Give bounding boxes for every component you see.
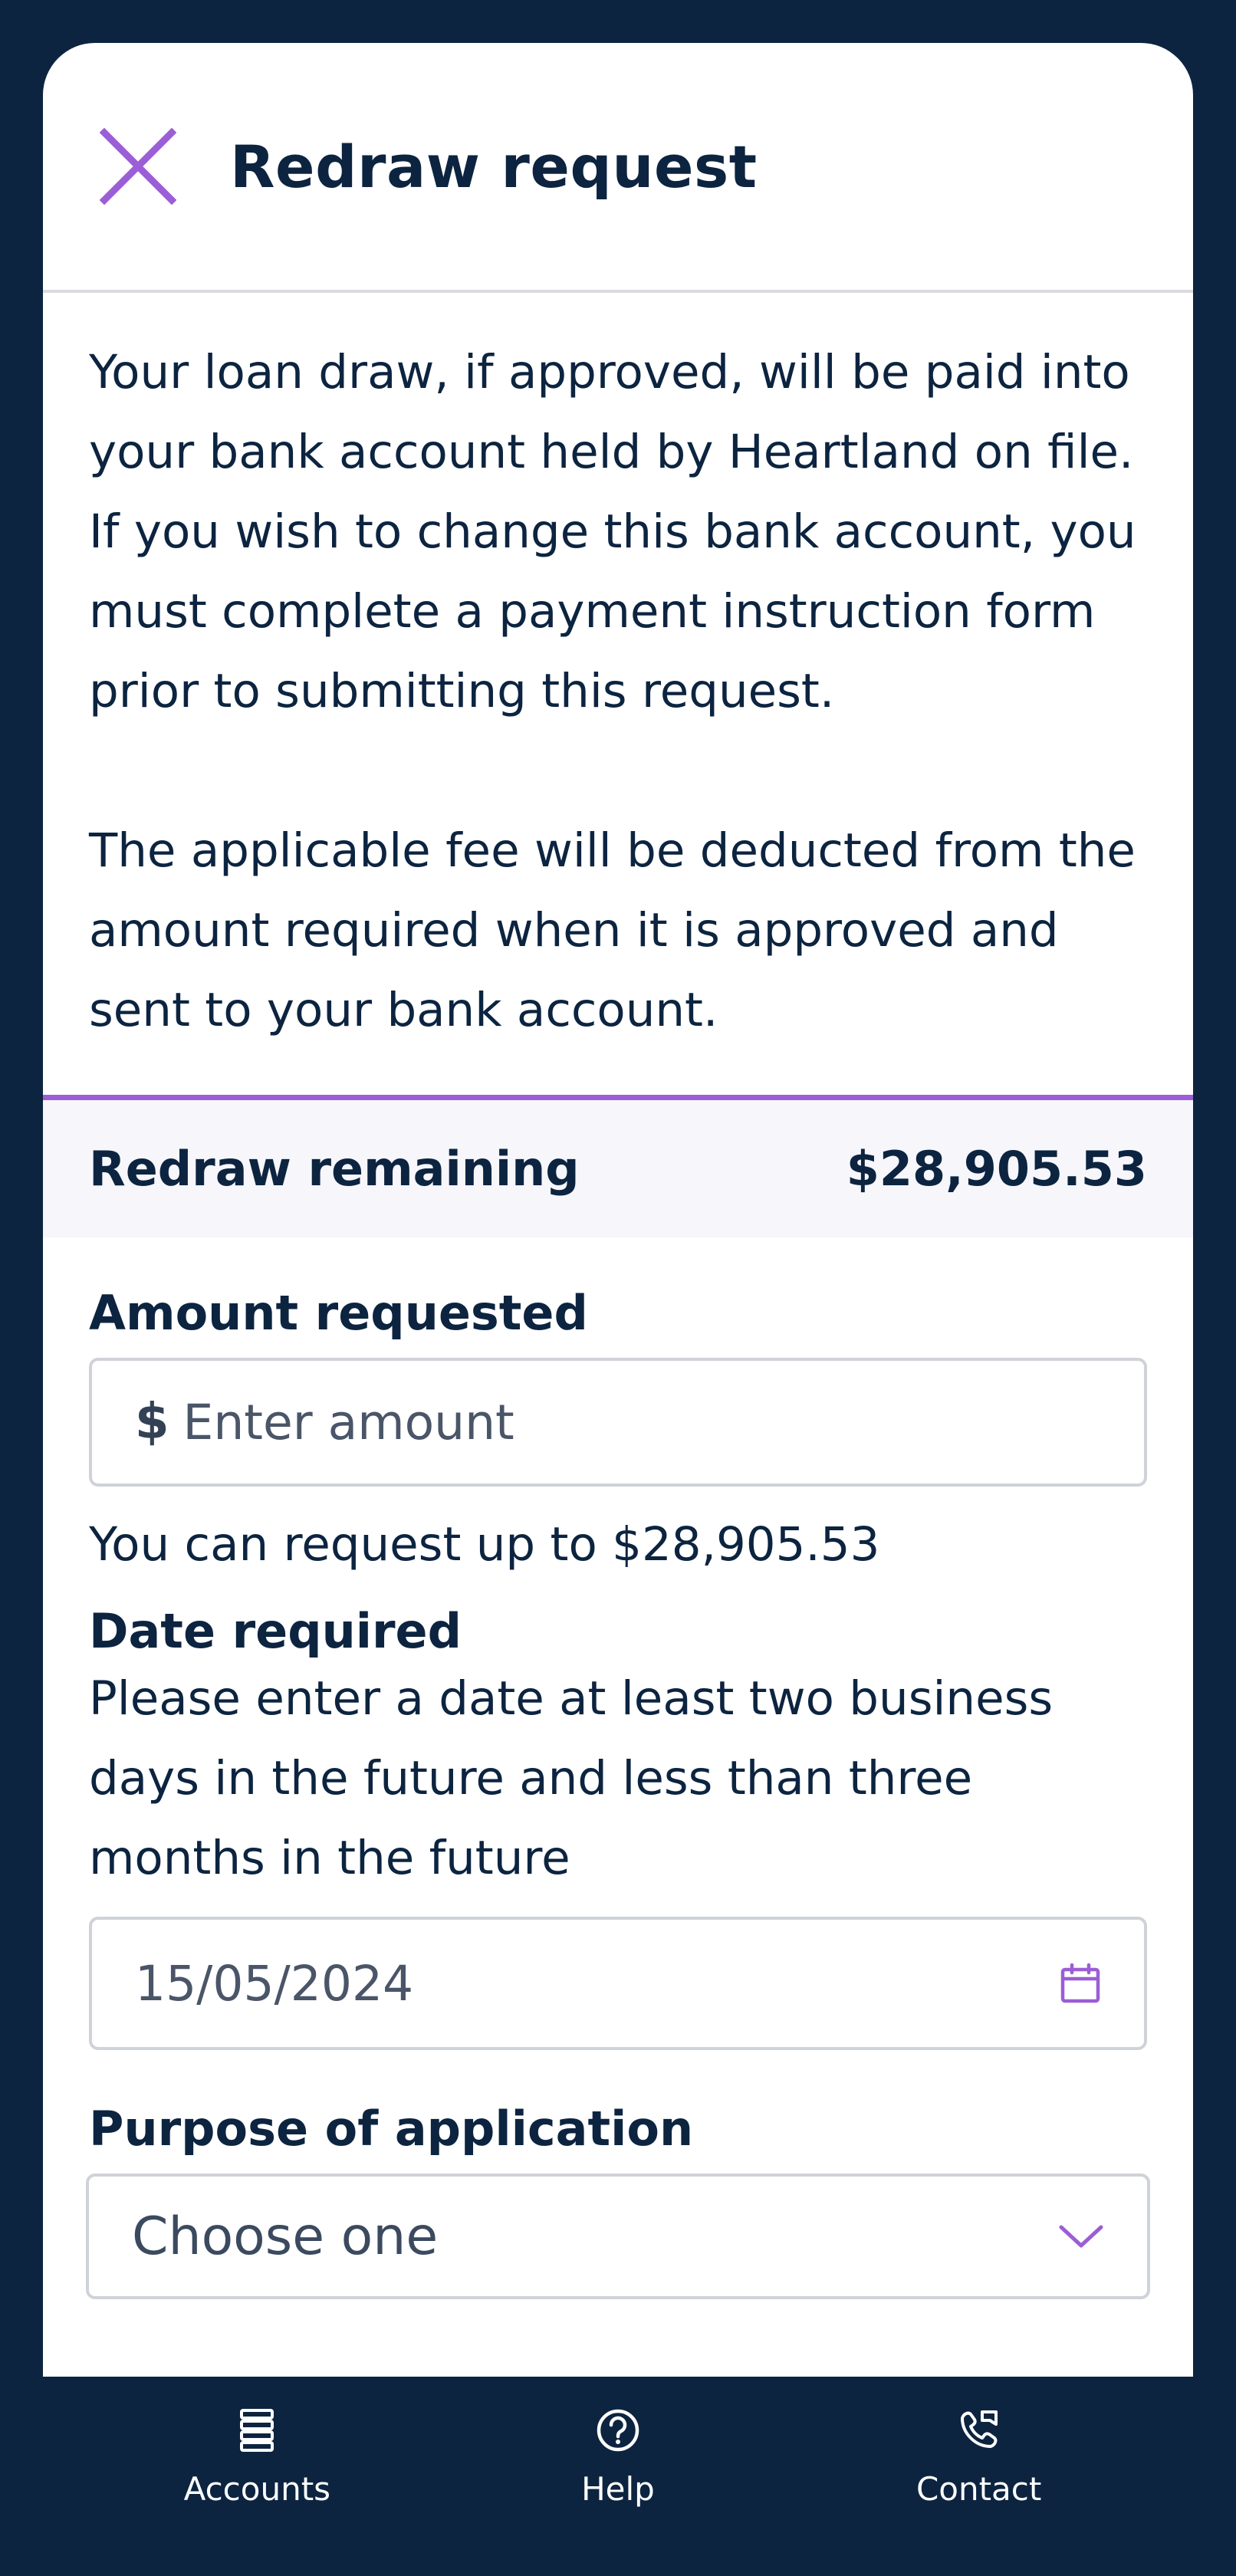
- nav-label-accounts: Accounts: [183, 2470, 331, 2508]
- date-value: 15/05/2024: [135, 1955, 414, 2012]
- nav-item-accounts[interactable]: Accounts: [134, 2377, 380, 2508]
- date-label: Date required: [89, 1603, 462, 1659]
- nav-label-contact: Contact: [915, 2470, 1042, 2508]
- nav-item-help[interactable]: Help: [495, 2377, 741, 2508]
- redraw-remaining-value: $28,905.53: [846, 1141, 1147, 1197]
- redraw-remaining-bar: Redraw remaining $28,905.53: [43, 1095, 1193, 1237]
- screen: Redraw request Your loan draw, if approv…: [43, 43, 1193, 2377]
- purpose-label: Purpose of application: [89, 2101, 694, 2157]
- device-frame: Redraw request Your loan draw, if approv…: [0, 0, 1236, 2576]
- amount-input[interactable]: [182, 1394, 1101, 1451]
- redraw-remaining-label: Redraw remaining: [89, 1141, 580, 1197]
- amount-helper-text: You can request up to $28,905.53: [89, 1517, 880, 1572]
- nav-label-help: Help: [581, 2470, 655, 2508]
- page-title: Redraw request: [230, 132, 758, 201]
- dollar-icon: $: [135, 1394, 169, 1451]
- amount-label: Amount requested: [89, 1285, 588, 1341]
- accounts-icon: [240, 2409, 274, 2452]
- bottom-nav: Accounts Help Contact: [0, 2377, 1236, 2576]
- page-header: Redraw request: [43, 43, 1193, 293]
- date-field[interactable]: 15/05/2024: [89, 1917, 1147, 2050]
- calendar-icon[interactable]: [1060, 1963, 1101, 2004]
- amount-field[interactable]: $: [89, 1358, 1147, 1487]
- purpose-select[interactable]: Choose one: [86, 2174, 1150, 2299]
- phone-icon: [960, 2410, 998, 2448]
- close-button[interactable]: [100, 128, 176, 205]
- redraw-form: Amount requested $ You can request up to…: [43, 1237, 1193, 2299]
- close-icon: [100, 128, 176, 205]
- intro-paragraph-1: Your loan draw, if approved, will be pai…: [89, 345, 1136, 718]
- chevron-down-icon: [1059, 2225, 1103, 2248]
- help-icon: [597, 2409, 639, 2452]
- date-description: Please enter a date at least two busines…: [89, 1671, 1054, 1885]
- intro-text: Your loan draw, if approved, will be pai…: [43, 293, 1193, 1095]
- nav-item-contact[interactable]: Contact: [856, 2377, 1102, 2508]
- purpose-selected-value: Choose one: [132, 2206, 439, 2267]
- intro-paragraph-2: The applicable fee will be deducted from…: [89, 823, 1136, 1037]
